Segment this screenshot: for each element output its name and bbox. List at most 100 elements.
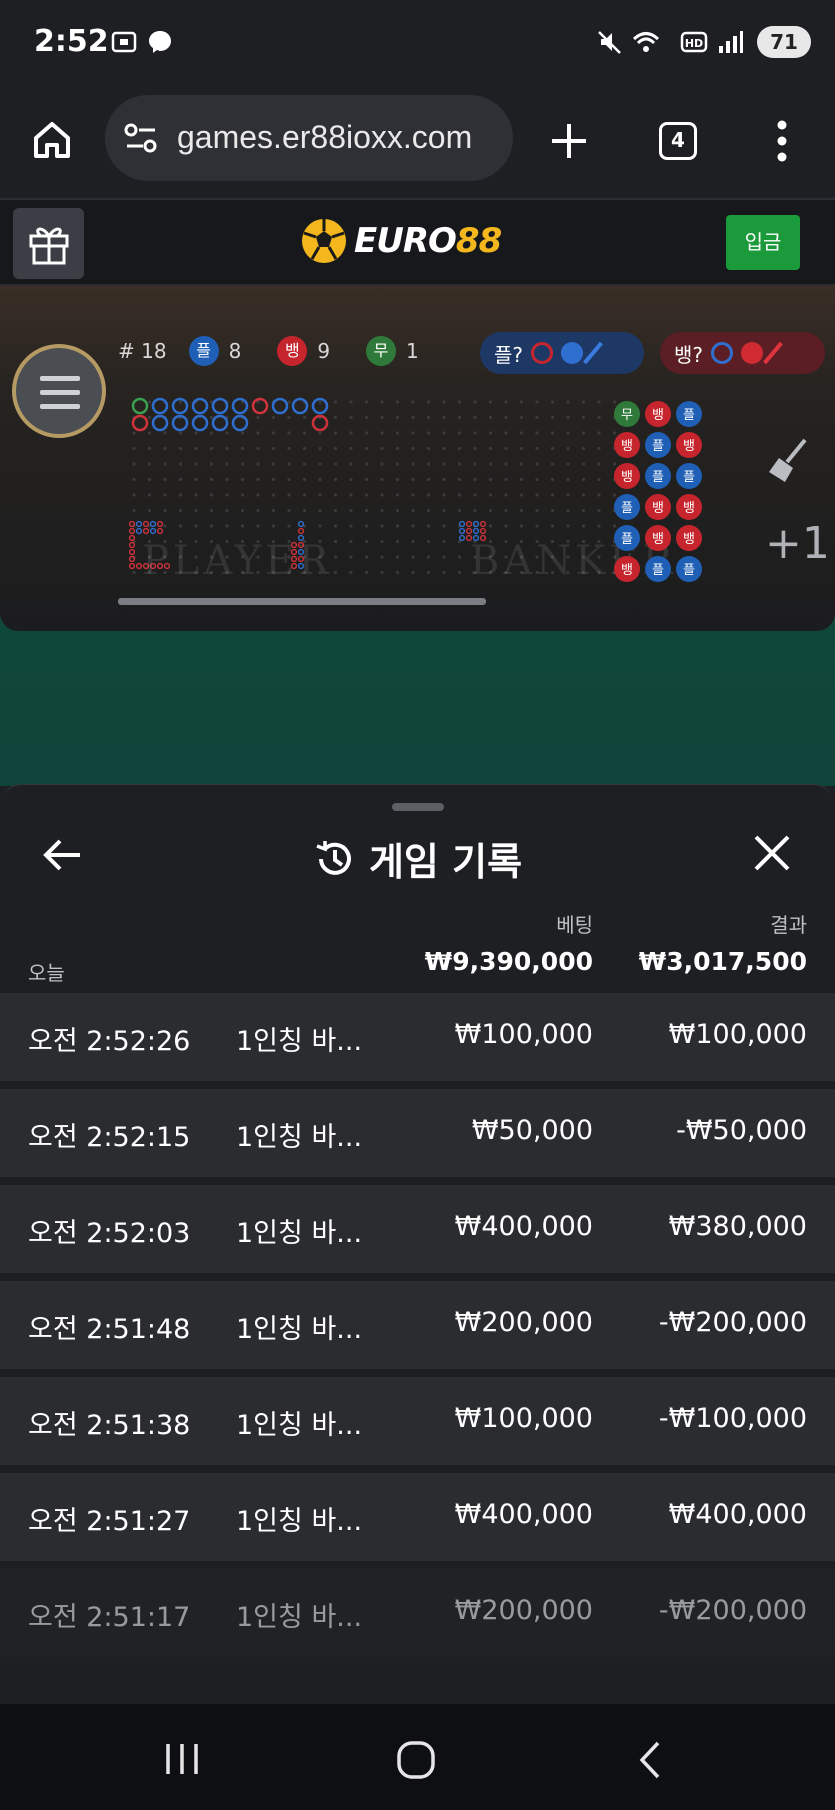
grid-dot [380, 446, 384, 451]
grid-dot [209, 431, 214, 435]
plus-one-button[interactable]: +1 [765, 518, 830, 569]
grid-dot [566, 508, 570, 513]
sheet-title-text: 게임 기록 [368, 840, 523, 884]
grid-dot [349, 415, 353, 420]
derived-road-mark [465, 520, 473, 528]
grid-dot [442, 570, 446, 575]
derived-road-mark [479, 520, 487, 528]
grid-dot [333, 493, 338, 497]
grid-dot [271, 446, 276, 451]
grid-dot [395, 508, 400, 513]
bead-label: 뱅 [652, 532, 664, 547]
history-row[interactable]: 오전 2:51:27 1인칭 바... ₩400,000 ₩400,000 [0, 1473, 835, 1561]
grid-dot [349, 400, 353, 404]
grid-dot [597, 462, 601, 466]
grid-dot [225, 431, 229, 435]
grid-dot [597, 446, 601, 451]
big-road-ring [231, 397, 249, 415]
history-row[interactable]: 오전 2:52:26 1인칭 바... ₩100,000 ₩100,000 [0, 993, 835, 1081]
grid-dot [473, 446, 477, 451]
grid-dot [287, 431, 291, 435]
grid-dot [442, 431, 446, 435]
bead-label: 뱅 [621, 470, 633, 485]
grid-dot [302, 493, 307, 497]
site-settings-icon[interactable] [123, 121, 159, 155]
back-nav-icon[interactable] [636, 1740, 664, 1780]
grid-dot [457, 462, 462, 466]
history-row[interactable]: 오전 2:52:15 1인칭 바... ₩50,000 -₩50,000 [0, 1089, 835, 1177]
banker-predict-button[interactable]: 뱅? [660, 332, 825, 374]
home-icon[interactable] [30, 118, 74, 162]
new-tab-icon[interactable] [548, 120, 590, 162]
grid-dot [240, 493, 245, 497]
battery-icon: 71 [757, 26, 811, 58]
grid-dot [581, 524, 586, 528]
grid-dot [333, 415, 338, 420]
more-menu-icon[interactable] [772, 118, 792, 164]
recent-apps-icon[interactable] [164, 1740, 200, 1778]
grid-dot [550, 446, 555, 451]
close-icon[interactable] [752, 833, 792, 873]
grid-dot [519, 400, 524, 404]
player-predict-button[interactable]: 플? [480, 332, 644, 374]
history-row[interactable]: 오전 2:51:48 1인칭 바... ₩200,000 -₩200,000 [0, 1281, 835, 1369]
grid-dot [550, 415, 555, 420]
row-bet: ₩100,000 [454, 1019, 593, 1050]
grid-dot [426, 400, 431, 404]
grid-dot [519, 446, 524, 451]
bead-label: 플 [683, 408, 695, 423]
big-road-ring [191, 397, 209, 415]
grid-dot [194, 431, 198, 435]
grid-dot [395, 431, 400, 435]
history-row[interactable]: 오전 2:51:17 1인칭 바... ₩200,000 -₩200,000 [0, 1569, 835, 1657]
grid-dot [535, 431, 539, 435]
grid-dot [395, 555, 400, 559]
url-text: games.er88ioxx.com [177, 119, 473, 155]
total-bet: ₩9,390,000 [424, 947, 593, 976]
mute-icon [598, 31, 621, 54]
gift-button[interactable] [13, 208, 84, 279]
grid-dot [287, 524, 291, 528]
grid-dot [318, 446, 322, 451]
grid-dot [426, 431, 431, 435]
row-result: -₩200,000 [658, 1307, 807, 1338]
grid-dot [504, 400, 508, 404]
grid-dot [132, 570, 136, 575]
broom-icon[interactable] [765, 436, 811, 486]
grid-dot [535, 462, 539, 466]
bead-label: 무 [621, 408, 633, 423]
history-row[interactable]: 오전 2:52:03 1인칭 바... ₩400,000 ₩380,000 [0, 1185, 835, 1273]
road-scrollbar[interactable] [118, 598, 486, 605]
grid-dot [566, 400, 570, 404]
bead-plate: 무뱅뱅플플뱅뱅플플뱅뱅플플뱅플뱅뱅플 [614, 401, 702, 582]
deposit-button[interactable]: 입금 [726, 215, 800, 270]
sheet-drag-handle[interactable] [392, 803, 444, 811]
history-row[interactable]: 오전 2:51:38 1인칭 바... ₩100,000 -₩100,000 [0, 1377, 835, 1465]
derived-road-mark [128, 520, 136, 528]
grid-dot [163, 431, 167, 435]
grid-dot [194, 508, 198, 513]
tab-switcher-button[interactable]: 4 [659, 122, 697, 160]
game-menu-button[interactable] [12, 344, 106, 438]
url-bar[interactable]: games.er88ioxx.com [105, 95, 513, 181]
row-game: 1인칭 바... [236, 1218, 363, 1249]
grid-dot [550, 524, 555, 528]
site-logo[interactable]: EURO88 [300, 214, 502, 268]
grid-dot [457, 431, 462, 435]
grid-dot [442, 493, 446, 497]
grid-dot [504, 446, 508, 451]
grid-dot [209, 493, 214, 497]
grid-dot [395, 539, 400, 544]
derived-road-mark [128, 541, 136, 549]
today-label: 오늘 [28, 961, 65, 985]
grid-dot [380, 524, 384, 528]
bead-label: 뱅 [683, 532, 695, 547]
grid-dot [333, 477, 338, 482]
grid-dot [597, 508, 601, 513]
row-bet: ₩200,000 [454, 1595, 593, 1626]
grid-dot [488, 477, 493, 482]
row-game: 1인칭 바... [236, 1410, 363, 1441]
bead-label: 뱅 [652, 408, 664, 423]
grid-dot [380, 570, 384, 575]
home-nav-icon[interactable] [396, 1740, 436, 1780]
